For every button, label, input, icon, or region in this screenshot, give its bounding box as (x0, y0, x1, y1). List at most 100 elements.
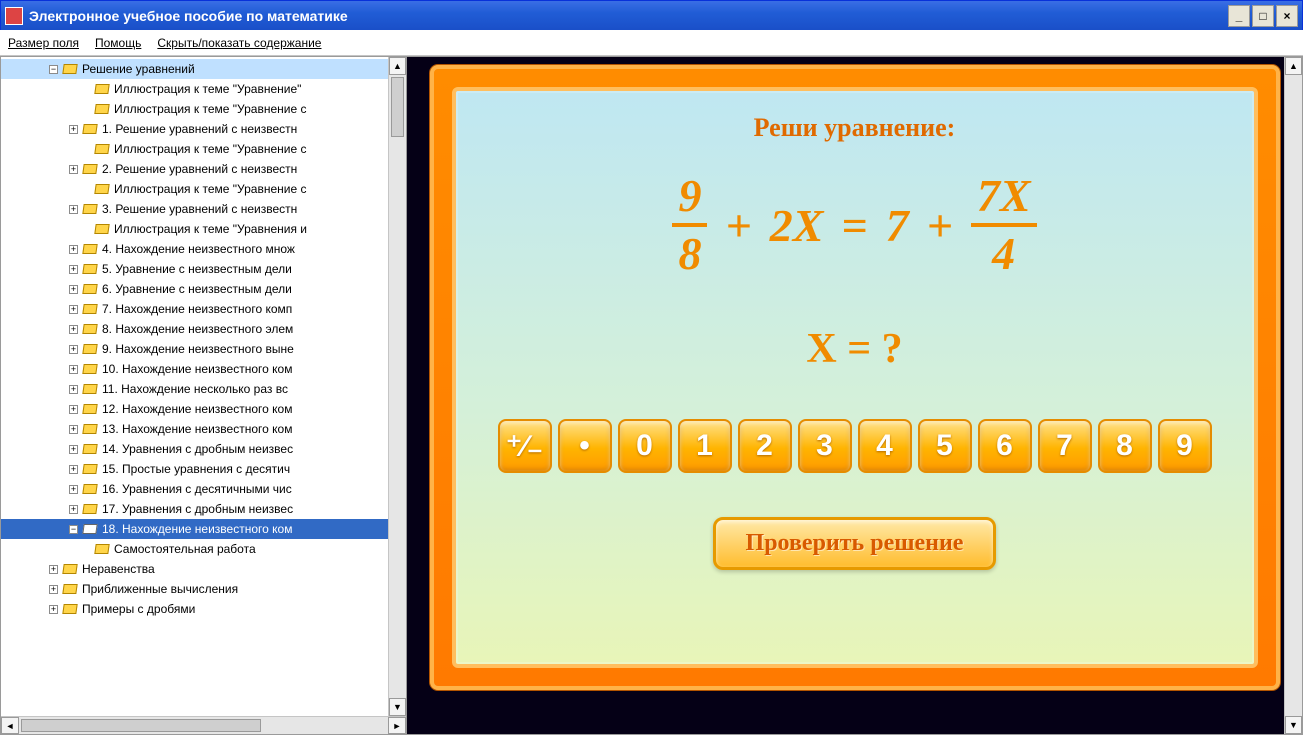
keypad-key-11[interactable]: 9 (1158, 419, 1212, 473)
content-scroll-down-icon[interactable]: ▼ (1285, 716, 1302, 734)
keypad-key-6[interactable]: 4 (858, 419, 912, 473)
tree-item[interactable]: + 5. Уравнение с неизвестным дели (1, 259, 388, 279)
menu-toggle-toc[interactable]: Скрыть/показать содержание (157, 36, 321, 50)
keypad-key-1[interactable]: • (558, 419, 612, 473)
expand-icon[interactable]: + (69, 405, 78, 414)
book-icon (94, 84, 109, 94)
expand-icon[interactable]: + (69, 445, 78, 454)
book-icon (82, 344, 97, 354)
menu-field-size[interactable]: Размер поля (8, 36, 79, 50)
tree-section[interactable]: + Приближенные вычисления (1, 579, 388, 599)
expand-icon[interactable]: + (69, 505, 78, 514)
tree-item[interactable]: + 14. Уравнения с дробным неизвес (1, 439, 388, 459)
operator-plus: + (725, 199, 751, 252)
fraction-1-numerator: 9 (672, 173, 707, 219)
tree-item[interactable]: + 1. Решение уравнений с неизвестн (1, 119, 388, 139)
toc-tree[interactable]: − Решение уравнений Иллюстрация к теме "… (1, 57, 388, 716)
keypad-key-9[interactable]: 7 (1038, 419, 1092, 473)
titlebar: Электронное учебное пособие по математик… (0, 0, 1303, 30)
keypad-key-5[interactable]: 3 (798, 419, 852, 473)
expand-icon[interactable]: + (49, 565, 58, 574)
tree-item[interactable]: + 15. Простые уравнения с десятич (1, 459, 388, 479)
keypad-key-4[interactable]: 2 (738, 419, 792, 473)
sidebar: − Решение уравнений Иллюстрация к теме "… (0, 56, 407, 735)
check-solution-button[interactable]: Проверить решение (713, 517, 997, 570)
tree-item[interactable]: Иллюстрация к теме "Уравнение с (1, 99, 388, 119)
book-icon (94, 184, 109, 194)
tree-item[interactable]: + 11. Нахождение несколько раз вс (1, 379, 388, 399)
expand-icon[interactable]: + (69, 305, 78, 314)
tree-section[interactable]: − Решение уравнений (1, 59, 388, 79)
content-vscrollbar[interactable]: ▲ ▼ (1284, 57, 1302, 734)
expand-icon[interactable]: + (69, 425, 78, 434)
book-icon (62, 604, 77, 614)
scroll-down-icon[interactable]: ▼ (389, 698, 406, 716)
expand-icon[interactable]: + (69, 485, 78, 494)
keypad-key-0[interactable]: ⁺∕₋ (498, 419, 552, 473)
expand-icon[interactable]: − (69, 525, 78, 534)
menu-help[interactable]: Помощь (95, 36, 141, 50)
expand-icon[interactable]: + (69, 165, 78, 174)
book-icon (62, 584, 77, 594)
content-area: Реши уравнение: 9 8 + 2X = 7 + 7X (407, 56, 1303, 735)
tree-item[interactable]: Иллюстрация к теме "Уравнение с (1, 139, 388, 159)
tree-section[interactable]: + Примеры с дробями (1, 599, 388, 619)
tree-item[interactable]: + 8. Нахождение неизвестного элем (1, 319, 388, 339)
tree-item[interactable]: + 16. Уравнения с десятичными чис (1, 479, 388, 499)
expand-icon[interactable]: + (69, 345, 78, 354)
keypad-key-3[interactable]: 1 (678, 419, 732, 473)
expand-icon[interactable]: + (49, 585, 58, 594)
collapse-icon[interactable]: − (49, 65, 58, 74)
expand-icon[interactable]: + (69, 125, 78, 134)
book-icon (82, 364, 97, 374)
term-2x: 2X (770, 199, 824, 252)
tree-hscrollbar[interactable]: ◄ ► (1, 716, 406, 734)
expand-icon[interactable]: + (69, 285, 78, 294)
keypad-key-2[interactable]: 0 (618, 419, 672, 473)
keypad-key-7[interactable]: 5 (918, 419, 972, 473)
keypad-key-10[interactable]: 8 (1098, 419, 1152, 473)
tree-item[interactable]: − 18. Нахождение неизвестного ком (1, 519, 388, 539)
tree-item[interactable]: + 13. Нахождение неизвестного ком (1, 419, 388, 439)
expand-icon[interactable]: + (69, 365, 78, 374)
expand-icon[interactable]: + (69, 265, 78, 274)
menubar: Размер поля Помощь Скрыть/показать содер… (0, 30, 1303, 56)
tree-item[interactable]: + 2. Решение уравнений с неизвестн (1, 159, 388, 179)
tree-item[interactable]: + 3. Решение уравнений с неизвестн (1, 199, 388, 219)
expand-icon[interactable]: + (69, 325, 78, 334)
tree-item[interactable]: + 6. Уравнение с неизвестным дели (1, 279, 388, 299)
expand-icon[interactable]: + (69, 465, 78, 474)
tree-item[interactable]: + 12. Нахождение неизвестного ком (1, 399, 388, 419)
maximize-button[interactable]: □ (1252, 5, 1274, 27)
tree-item[interactable]: + 9. Нахождение неизвестного выне (1, 339, 388, 359)
scroll-right-icon[interactable]: ► (388, 717, 406, 734)
keypad-key-8[interactable]: 6 (978, 419, 1032, 473)
tree-section[interactable]: + Неравенства (1, 559, 388, 579)
scroll-up-icon[interactable]: ▲ (389, 57, 406, 75)
scroll-left-icon[interactable]: ◄ (1, 717, 19, 734)
tree-item-label: Иллюстрация к теме "Уравнение с (114, 182, 306, 196)
tree-vscrollbar[interactable]: ▲ ▼ (388, 57, 406, 716)
expand-icon[interactable]: + (69, 385, 78, 394)
content-scroll-up-icon[interactable]: ▲ (1285, 57, 1302, 75)
tree-item-label: 14. Уравнения с дробным неизвес (102, 442, 293, 456)
expand-icon[interactable]: + (49, 605, 58, 614)
expand-icon[interactable]: + (69, 245, 78, 254)
tree-item[interactable]: + 7. Нахождение неизвестного комп (1, 299, 388, 319)
minimize-button[interactable]: _ (1228, 5, 1250, 27)
tree-item[interactable]: Самостоятельная работа (1, 539, 388, 559)
hscroll-thumb[interactable] (21, 719, 261, 732)
tree-item[interactable]: + 17. Уравнения с дробным неизвес (1, 499, 388, 519)
tree-item[interactable]: + 4. Нахождение неизвестного множ (1, 239, 388, 259)
tree-item[interactable]: Иллюстрация к теме "Уравнение" (1, 79, 388, 99)
window-title: Электронное учебное пособие по математик… (29, 8, 1228, 24)
tree-item[interactable]: + 10. Нахождение неизвестного ком (1, 359, 388, 379)
book-icon (62, 64, 77, 74)
tree-item[interactable]: Иллюстрация к теме "Уравнения и (1, 219, 388, 239)
expand-icon[interactable]: + (69, 205, 78, 214)
close-button[interactable]: × (1276, 5, 1298, 27)
tree-item[interactable]: Иллюстрация к теме "Уравнение с (1, 179, 388, 199)
lesson-prompt: Реши уравнение: (754, 113, 956, 143)
book-icon (94, 104, 109, 114)
vscroll-thumb[interactable] (391, 77, 404, 137)
